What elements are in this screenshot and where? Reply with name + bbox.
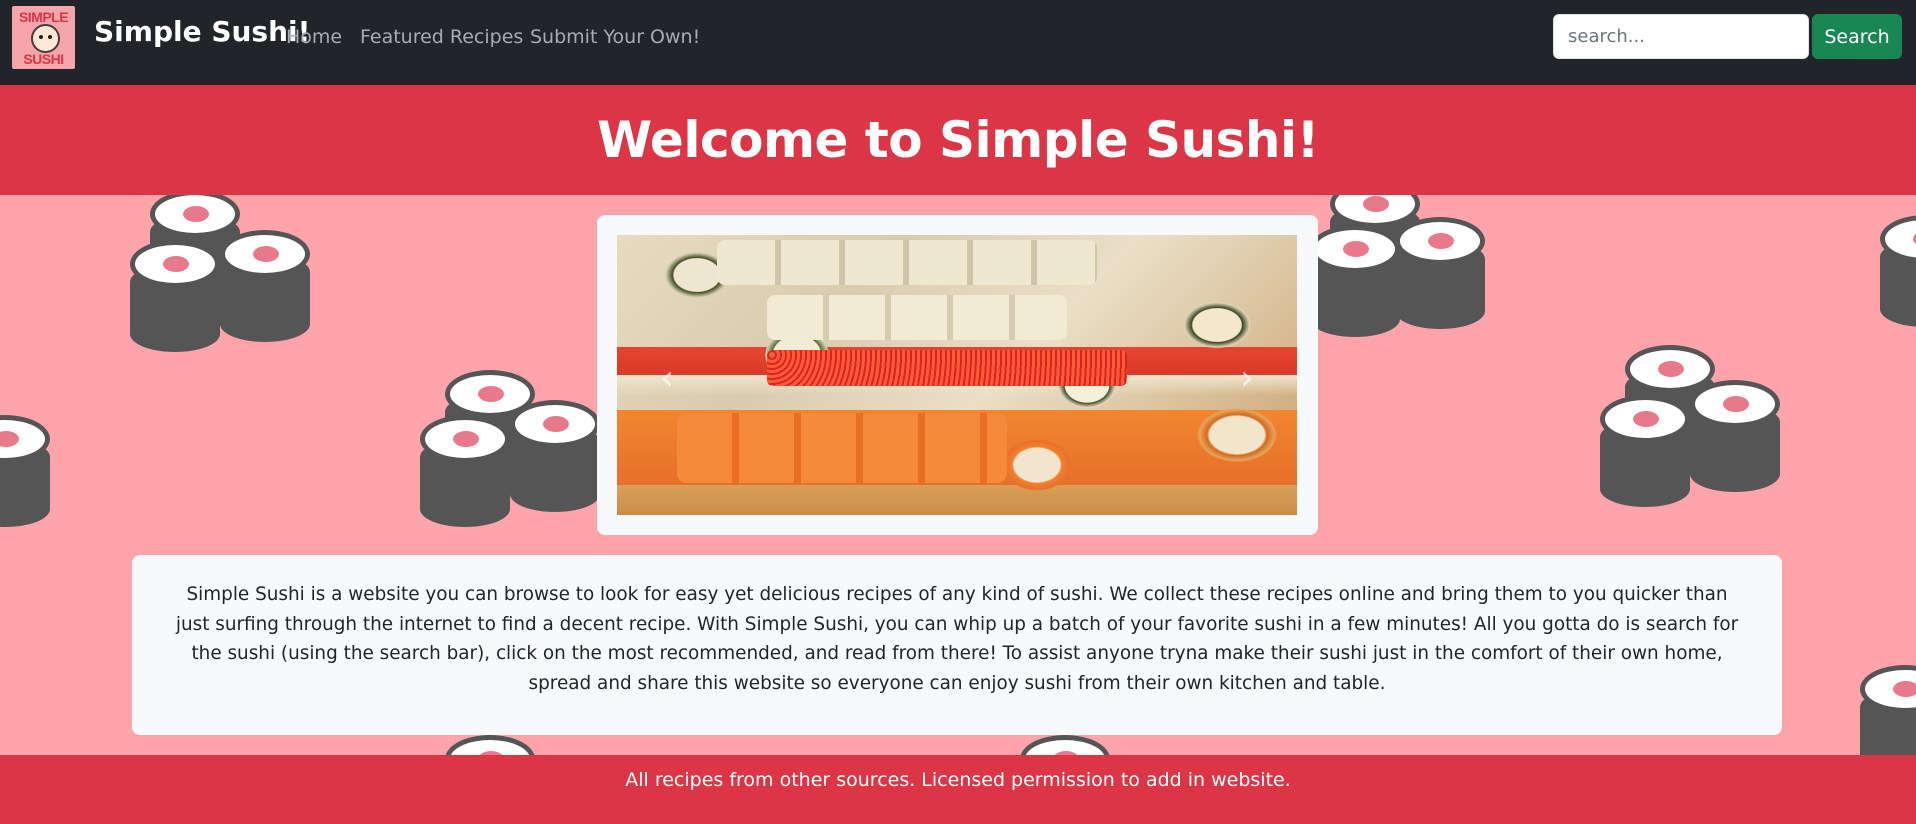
logo-top-text: SIMPLE xyxy=(18,9,69,25)
sushi-roll-icon xyxy=(1860,665,1916,755)
sushi-roll-icon xyxy=(445,735,535,755)
carousel: ‹ › xyxy=(597,215,1318,535)
site-description: Simple Sushi is a website you can browse… xyxy=(132,555,1782,735)
navbar: SIMPLE SUSHI Simple Sushi! Home Featured… xyxy=(0,0,1916,85)
logo-bottom-text: SUSHI xyxy=(23,51,64,67)
carousel-prev-icon[interactable]: ‹ xyxy=(652,361,682,395)
footer-text: All recipes from other sources. Licensed… xyxy=(625,769,1291,791)
sushi-roll-icon xyxy=(0,415,50,527)
sushi-face-icon xyxy=(31,24,60,53)
nav-link-featured-recipes[interactable]: Featured Recipes xyxy=(360,26,523,48)
brand-title[interactable]: Simple Sushi! xyxy=(94,15,310,48)
search-input[interactable] xyxy=(1553,14,1809,59)
sushi-roll-icon xyxy=(130,240,220,352)
sushi-roll-icon xyxy=(1395,217,1485,329)
hero-banner: Welcome to Simple Sushi! xyxy=(0,85,1916,195)
sushi-roll-icon xyxy=(220,230,310,342)
carousel-next-icon[interactable]: › xyxy=(1232,361,1262,395)
sushi-roll-icon xyxy=(1690,380,1780,492)
sushi-roll-icon xyxy=(510,400,600,512)
sushi-roll-icon xyxy=(1020,735,1110,755)
nav-link-submit-your-own[interactable]: Submit Your Own! xyxy=(530,26,700,48)
sushi-roll-icon xyxy=(1600,395,1690,507)
page-title: Welcome to Simple Sushi! xyxy=(597,111,1319,169)
sushi-roll-icon xyxy=(1310,225,1400,337)
sushi-roll-icon xyxy=(1880,215,1916,327)
sushi-roll-icon xyxy=(420,415,510,527)
nav-link-home[interactable]: Home xyxy=(286,26,342,48)
site-logo[interactable]: SIMPLE SUSHI xyxy=(12,6,75,69)
search-button[interactable]: Search xyxy=(1812,14,1902,59)
footer: All recipes from other sources. Licensed… xyxy=(0,755,1916,824)
sushi-platter-image: ‹ › xyxy=(617,235,1297,515)
